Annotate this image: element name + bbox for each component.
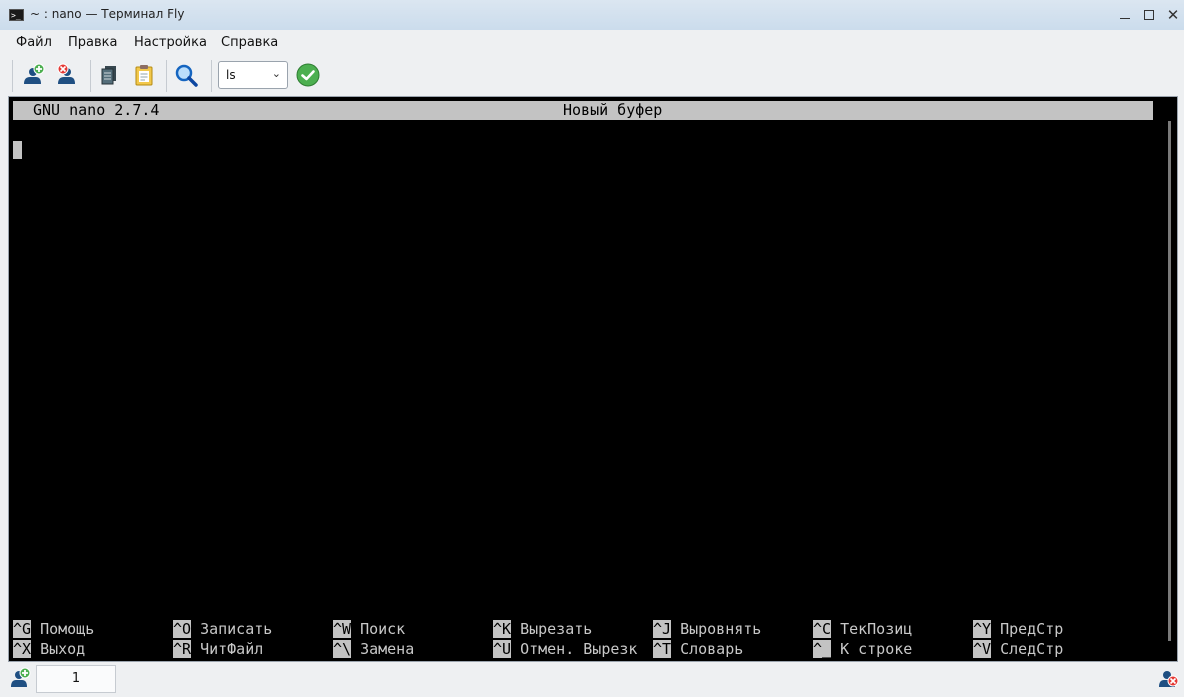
execute-button[interactable] [295, 62, 321, 88]
shortcut-prev-page: ^Y ПредСтр [973, 620, 1064, 638]
new-tab-icon [24, 63, 45, 84]
shortcut-replace: ^\ Замена [333, 640, 415, 658]
shortcut-cur-pos: ^C ТекПозиц [813, 620, 913, 638]
terminal-app-icon: >_ [9, 9, 24, 21]
shortcut-search: ^W Поиск [333, 620, 406, 638]
command-select-value: ls [226, 68, 236, 82]
close-tab-button[interactable] [55, 62, 81, 88]
chevron-down-icon: ⌄ [271, 67, 281, 80]
menu-edit[interactable]: Правка [68, 35, 117, 50]
minimize-button[interactable] [1116, 6, 1134, 24]
shortcut-read-file: ^R ЧитФайл [173, 640, 264, 658]
close-window-button[interactable]: ✕ [1164, 6, 1182, 24]
menu-bar: Файл Правка Настройка Справка [0, 30, 1184, 56]
close-tab-bottom-button[interactable] [1156, 666, 1180, 690]
search-icon [175, 64, 198, 87]
terminal-area[interactable]: GNU nano 2.7.4 Новый буфер ^G Помощь ^O За… [8, 96, 1178, 662]
menu-help[interactable]: Справка [221, 35, 278, 50]
shortcut-justify: ^J Выровнять [653, 620, 762, 638]
window-title: ~ : nano — Терминал Fly [30, 7, 185, 21]
toolbar-separator [12, 60, 13, 92]
nano-buffer-name: Новый буфер [563, 101, 663, 119]
tab-bar: 1 [0, 662, 1184, 697]
close-tab-icon [57, 63, 75, 84]
paste-button[interactable] [131, 62, 157, 88]
close-tab-icon [1159, 671, 1179, 687]
shortcut-go-to-line: ^_ К строке [813, 640, 913, 658]
text-cursor [13, 141, 22, 159]
toolbar: ls ⌄ [0, 56, 1184, 96]
copy-icon [101, 66, 116, 85]
nano-header-bar: GNU nano 2.7.4 Новый буфер [13, 101, 1153, 120]
toolbar-separator [90, 60, 91, 92]
new-tab-bottom-button[interactable] [8, 666, 32, 690]
new-tab-icon [11, 667, 31, 687]
paste-icon [135, 65, 153, 86]
search-button[interactable] [173, 62, 199, 88]
terminal-tab-1[interactable]: 1 [36, 665, 116, 693]
shortcut-next-page: ^V СледСтр [973, 640, 1064, 658]
copy-button[interactable] [96, 62, 122, 88]
menu-settings[interactable]: Настройка [134, 35, 207, 50]
shortcut-cut: ^K Вырезать [493, 620, 593, 638]
execute-icon [296, 63, 320, 87]
nano-version-text: GNU nano 2.7.4 [33, 101, 160, 119]
shortcut-uncut: ^U Отмен. Вырезк [493, 640, 638, 658]
command-select[interactable]: ls ⌄ [218, 61, 288, 89]
menu-file[interactable]: Файл [16, 35, 52, 50]
shortcut-exit: ^X Выход [13, 640, 86, 658]
window-titlebar: >_ ~ : nano — Терминал Fly ✕ [0, 0, 1184, 31]
shortcut-write: ^O Записать [173, 620, 273, 638]
shortcut-spell: ^T Словарь [653, 640, 744, 658]
shortcut-help: ^G Помощь [13, 620, 95, 638]
toolbar-separator [166, 60, 167, 92]
new-tab-button[interactable] [21, 62, 47, 88]
maximize-button[interactable] [1140, 6, 1158, 24]
toolbar-separator [211, 60, 212, 92]
terminal-scrollbar[interactable] [1168, 121, 1171, 641]
